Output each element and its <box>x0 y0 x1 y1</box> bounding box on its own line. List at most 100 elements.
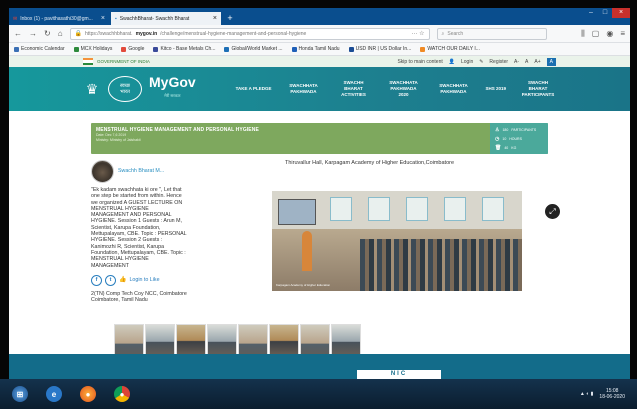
menu-item-activities[interactable]: SWACHH BHARAT ACTIVITIES <box>335 80 371 98</box>
register-icon: ✎ <box>479 58 484 65</box>
close-icon[interactable]: × <box>213 15 217 22</box>
speaker-figure <box>302 231 312 271</box>
high-contrast-button[interactable]: A <box>546 57 556 66</box>
reload-icon[interactable]: ↻ <box>44 29 51 38</box>
post-description: "Ek kadam swachhata ki ore ", Let that o… <box>91 187 187 269</box>
window-shape <box>368 197 390 221</box>
minimize-icon[interactable]: – <box>584 8 598 18</box>
menu-item-pakhwada-2020[interactable]: SWACHHATA PAKHWADA 2020 <box>385 80 421 98</box>
event-photo[interactable]: Karpagam Academy of Higher Education <box>272 191 522 291</box>
search-placeholder: Search <box>447 30 464 37</box>
account-icon[interactable]: ◉ <box>606 29 613 38</box>
bookmark-label: Google <box>128 46 145 52</box>
bookmark-item[interactable]: Global/World Market ... <box>224 46 283 52</box>
bookmark-icon <box>224 46 230 52</box>
menu-item-participants[interactable]: SWACHH BHARAT PARTICIPANTS <box>520 80 556 98</box>
bookmark-label: Economic Calendar <box>21 46 65 52</box>
font-normal-button[interactable]: A <box>525 59 528 65</box>
post-sidebar: Swachh Bharat M... "Ek kadam swachhata k… <box>91 154 191 344</box>
firefox-icon[interactable]: ● <box>80 386 96 402</box>
challenge-banner: MENSTRUAL HYGIENE MANAGEMENT AND PERSONA… <box>91 123 548 154</box>
favicon-icon: ▪ <box>115 15 117 22</box>
close-icon[interactable]: × <box>101 15 105 22</box>
browser-window: ✉ Inbox (1) - pavithasathi30@gm... × ▪ S… <box>9 8 630 379</box>
back-icon[interactable]: ← <box>14 29 22 38</box>
forward-icon[interactable]: → <box>29 29 37 38</box>
swachh-bharat-logo[interactable]: स्वच्छ भारत <box>108 76 142 102</box>
bookmark-item[interactable]: USD INR | US Dollar In... <box>348 46 411 52</box>
font-large-button[interactable]: A+ <box>534 59 540 65</box>
post-area: Swachh Bharat M... "Ek kadam swachhata k… <box>91 154 560 367</box>
more-icon[interactable]: ··· ☆ <box>412 30 425 37</box>
bookmark-label: Global/World Market ... <box>231 46 283 52</box>
post-location: Coimbatore, Tamil Nadu <box>91 296 148 303</box>
window-shape <box>444 197 466 221</box>
mygov-logo[interactable]: MyGov मेरी सरकार <box>149 75 196 103</box>
home-icon[interactable]: ⌂ <box>58 29 63 38</box>
search-icon: ⌕ <box>441 30 445 37</box>
url-bar[interactable]: 🔒 https://swachhbharat. mygov.in/challeng… <box>69 27 430 40</box>
bookmark-item[interactable]: Honda Tamil Nadu <box>291 46 340 52</box>
mygov-label: MyGov <box>149 74 196 90</box>
bookmark-icon <box>121 46 127 52</box>
menu-item-pakhwada[interactable]: SWACHHATA PAKHWADA <box>435 83 471 95</box>
site-footer: NIC <box>9 354 630 379</box>
bookmark-item[interactable]: Google <box>121 46 144 52</box>
login-to-like-link[interactable]: Login to Like <box>129 277 159 283</box>
taskbar: ⊞ e ● ● ▲ ◐ ▮ 15:08 18-06-2020 <box>0 379 637 409</box>
facebook-icon[interactable]: f <box>91 274 102 286</box>
clock[interactable]: 15:08 18-06-2020 <box>599 388 625 400</box>
maximize-icon[interactable]: □ <box>598 8 612 18</box>
tab-swachhbharat[interactable]: ▪ SwachhBharat- Swachh Bharat × <box>111 12 221 25</box>
system-tray: ▲ ◐ ▮ 15:08 18-06-2020 <box>580 388 625 400</box>
menu-item-shs-2019[interactable]: SHS 2019 <box>485 86 506 92</box>
bookmark-item[interactable]: WATCH OUR DAILY I... <box>420 46 480 52</box>
chrome-icon[interactable]: ● <box>114 386 130 402</box>
person-icon: ♙ <box>495 126 500 133</box>
menu-icon[interactable]: ≡ <box>620 29 625 38</box>
bookmark-icon <box>291 46 297 52</box>
hours-label: HOURS <box>509 136 522 141</box>
avatar[interactable] <box>91 160 114 183</box>
expand-icon[interactable]: ⤢ <box>545 204 560 219</box>
network-icon[interactable]: ▲ ◐ ▮ <box>580 391 594 397</box>
bookmark-item[interactable]: Kitco - Base Metals Ch... <box>153 46 215 52</box>
tab-bar: ✉ Inbox (1) - pavithasathi30@gm... × ▪ S… <box>9 8 630 25</box>
font-small-button[interactable]: A- <box>514 59 519 65</box>
bookmark-item[interactable]: MCX Holidays <box>73 46 112 52</box>
kg-label: KG <box>511 145 517 150</box>
window-shape <box>482 197 504 221</box>
stats-panel: ♙ 180 PARTICIPANTS ◷ 10 HOURS 🗑 40 KG <box>490 123 548 154</box>
utility-links: Skip to main content 👤 Login ✎ Register A-… <box>397 57 556 66</box>
close-window-icon[interactable]: × <box>612 8 630 18</box>
bookmark-icon <box>14 46 19 52</box>
audience <box>360 239 522 291</box>
bookmark-icon <box>73 46 79 52</box>
ie-icon[interactable]: e <box>46 386 62 402</box>
venue-label: Thiruvallur Hall, Karpagam Academy of Hi… <box>284 160 455 166</box>
menu-item-take-a-pledge[interactable]: TAKE A PLEDGE <box>236 86 272 92</box>
window-controls: – □ × <box>584 8 630 18</box>
kg-value: 40 <box>504 145 509 150</box>
tab-label: SwachhBharat- Swachh Bharat <box>119 15 190 22</box>
username-link[interactable]: Swachh Bharat M... <box>118 168 164 174</box>
bookmark-item[interactable]: Economic Calendar <box>14 46 65 52</box>
register-link[interactable]: Register <box>489 59 508 65</box>
start-icon[interactable]: ⊞ <box>12 386 28 402</box>
bookmark-icon <box>348 46 354 52</box>
library-icon[interactable]: ⫼ <box>581 29 585 38</box>
projector-screen <box>278 199 316 225</box>
new-tab-icon[interactable]: + <box>225 13 235 23</box>
challenge-ministry: Ministry: Ministry of Jalshakti <box>96 138 141 142</box>
clock-icon: ◷ <box>495 135 500 142</box>
twitter-icon[interactable]: t <box>105 274 116 286</box>
bookmark-label: Honda Tamil Nadu <box>298 46 340 52</box>
spacer <box>9 111 630 123</box>
login-link[interactable]: Login <box>461 59 473 65</box>
sidebar-icon[interactable]: ▢ <box>592 29 600 38</box>
menu-item-swachhata-pakhwada[interactable]: SWACHHATA PAKHWADA <box>285 83 321 95</box>
tab-inbox[interactable]: ✉ Inbox (1) - pavithasathi30@gm... × <box>9 12 109 25</box>
skip-link[interactable]: Skip to main content <box>397 59 442 65</box>
lock-icon: 🔒 <box>74 31 83 37</box>
search-input[interactable]: ⌕ Search <box>436 27 547 40</box>
